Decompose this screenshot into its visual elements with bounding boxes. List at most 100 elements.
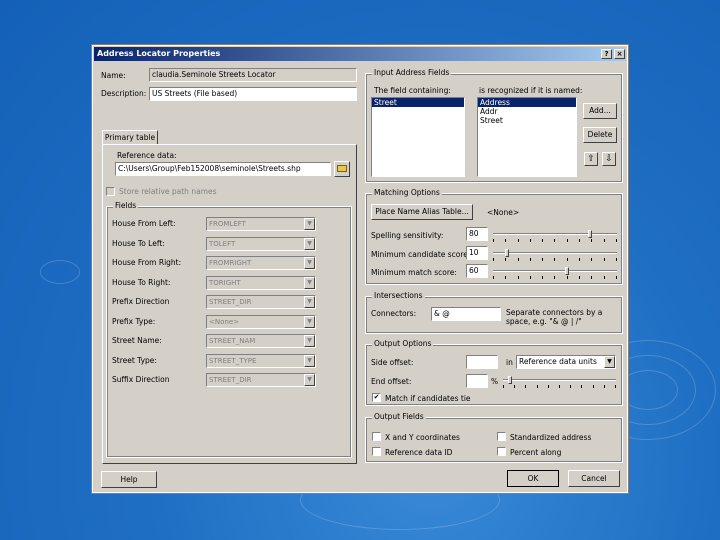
percent-along-checkbox[interactable] bbox=[497, 447, 506, 456]
field-row-label: Prefix Type: bbox=[112, 316, 156, 326]
slider-thumb[interactable] bbox=[588, 230, 592, 238]
slider-thumb[interactable] bbox=[565, 267, 569, 275]
percent-along-label: Percent along bbox=[510, 448, 562, 457]
spelling-label: Spelling sensitivity: bbox=[371, 231, 444, 240]
offset-units-dropdown[interactable]: Reference data units ▼ bbox=[516, 355, 616, 369]
field-row-value: STREET_DIR bbox=[209, 298, 252, 306]
field-row-dropdown[interactable]: STREET_NAM ▼ bbox=[206, 334, 316, 348]
field-row-label: House To Left: bbox=[112, 238, 165, 248]
percent-label: % bbox=[491, 377, 499, 386]
chevron-down-icon[interactable]: ▼ bbox=[304, 315, 315, 328]
output-options-title: Output Options bbox=[372, 339, 434, 348]
standardized-address-label: Standardized address bbox=[510, 433, 592, 442]
place-alias-table-button[interactable]: Place Name Alias Table... bbox=[371, 204, 473, 220]
side-offset-field[interactable] bbox=[466, 355, 498, 369]
field-row-dropdown[interactable]: FROMRIGHT ▼ bbox=[206, 256, 316, 270]
chevron-down-icon[interactable]: ▼ bbox=[304, 296, 315, 308]
candidate-score-slider[interactable] bbox=[493, 249, 617, 261]
chevron-down-icon[interactable]: ▼ bbox=[604, 356, 615, 368]
help-icon[interactable]: ? bbox=[601, 49, 612, 59]
close-icon[interactable]: × bbox=[614, 49, 625, 59]
move-up-icon[interactable]: ⇧ bbox=[584, 152, 598, 166]
store-relative-label: Store relative path names bbox=[119, 187, 217, 196]
match-score-field[interactable]: 60 bbox=[466, 264, 488, 278]
reference-id-label: Reference data ID bbox=[385, 448, 453, 457]
field-row-value: FROMLEFT bbox=[209, 220, 246, 228]
candidate-score-field[interactable]: 10 bbox=[466, 246, 488, 260]
field-row-label: Street Type: bbox=[112, 355, 157, 365]
field-row-dropdown[interactable]: STREET_DIR ▼ bbox=[206, 373, 316, 387]
reference-id-checkbox[interactable] bbox=[372, 447, 381, 456]
match-score-slider[interactable] bbox=[493, 267, 617, 279]
description-field[interactable]: US Streets (File based) bbox=[149, 87, 357, 101]
tab-label: Primary table bbox=[104, 133, 156, 142]
name-label: Name: bbox=[101, 71, 126, 80]
match-score-label: Minimum match score: bbox=[371, 268, 457, 277]
name-field[interactable]: claudia.Seminole Streets Locator bbox=[149, 68, 357, 82]
field-row-value: STREET_DIR bbox=[209, 376, 252, 384]
spelling-slider[interactable] bbox=[493, 230, 617, 242]
field-row-label: Suffix Direction bbox=[112, 375, 170, 384]
browse-folder-button[interactable] bbox=[334, 161, 350, 177]
slider-thumb[interactable] bbox=[505, 249, 509, 257]
description-label: Description: bbox=[101, 89, 147, 98]
address-field-list[interactable]: Street bbox=[371, 97, 465, 177]
ripple-decoration bbox=[40, 260, 80, 284]
move-down-icon[interactable]: ⇩ bbox=[602, 152, 616, 166]
list-item[interactable]: Addr bbox=[478, 107, 576, 116]
cancel-button[interactable]: Cancel bbox=[568, 470, 620, 487]
end-offset-slider[interactable] bbox=[503, 376, 616, 388]
list-item[interactable]: Street bbox=[478, 116, 576, 125]
units-value: Reference data units bbox=[519, 357, 597, 366]
matching-options-title: Matching Options bbox=[372, 188, 442, 197]
chevron-down-icon[interactable]: ▼ bbox=[304, 218, 315, 230]
add-alias-button[interactable]: Add... bbox=[583, 103, 617, 119]
dialog-titlebar: Address Locator Properties ? × bbox=[94, 47, 626, 61]
help-button[interactable]: Help bbox=[101, 471, 157, 488]
field-row-label: House From Right: bbox=[112, 258, 182, 267]
field-row-dropdown[interactable]: TOLEFT ▼ bbox=[206, 236, 316, 251]
field-row-dropdown[interactable]: <None> ▼ bbox=[206, 314, 316, 329]
end-offset-field[interactable] bbox=[466, 374, 488, 388]
delete-alias-button[interactable]: Delete bbox=[583, 127, 617, 143]
address-locator-dialog: Address Locator Properties ? × Name: cla… bbox=[91, 44, 629, 494]
list-item[interactable]: Address bbox=[478, 98, 576, 107]
spelling-field[interactable]: 80 bbox=[466, 227, 488, 241]
standardized-address-checkbox[interactable] bbox=[497, 432, 506, 441]
field-row-value: TORIGHT bbox=[209, 278, 241, 287]
in-label: in bbox=[506, 358, 513, 367]
slider-thumb[interactable] bbox=[508, 376, 512, 384]
list-item[interactable]: Street bbox=[372, 98, 464, 107]
chevron-down-icon[interactable]: ▼ bbox=[304, 335, 315, 347]
field-row-label: Street Name: bbox=[112, 336, 162, 345]
reference-path-field[interactable]: C:\Users\Group\Feb152008\seminole\Street… bbox=[115, 162, 331, 176]
store-relative-checkbox[interactable] bbox=[106, 187, 115, 196]
field-row-dropdown[interactable]: TORIGHT ▼ bbox=[206, 275, 316, 290]
match-ties-checkbox[interactable]: ✔ bbox=[372, 393, 381, 402]
chevron-down-icon[interactable]: ▼ bbox=[304, 257, 315, 269]
field-row-dropdown[interactable]: STREET_TYPE ▼ bbox=[206, 353, 316, 368]
tab-primary-table[interactable]: Primary table bbox=[102, 130, 158, 145]
field-row-dropdown[interactable]: STREET_DIR ▼ bbox=[206, 295, 316, 309]
recognized-named-label: is recognized if it is named: bbox=[479, 86, 583, 95]
ok-button[interactable]: OK bbox=[507, 470, 559, 487]
connectors-hint: Separate connectors by a space, e.g. "& … bbox=[506, 308, 618, 326]
input-address-title: Input Address Fields bbox=[372, 68, 452, 77]
connectors-field[interactable]: & @ bbox=[431, 307, 501, 321]
xy-coordinates-label: X and Y coordinates bbox=[385, 433, 460, 442]
dialog-title: Address Locator Properties bbox=[97, 49, 221, 58]
alias-name-list[interactable]: Address Addr Street bbox=[477, 97, 577, 177]
candidate-score-label: Minimum candidate score: bbox=[371, 250, 471, 259]
xy-coordinates-checkbox[interactable] bbox=[372, 432, 381, 441]
connectors-hint-text: Separate connectors by a space, e.g. "& … bbox=[506, 308, 603, 326]
field-row-value: STREET_NAM bbox=[209, 337, 256, 345]
chevron-down-icon[interactable]: ▼ bbox=[304, 374, 315, 386]
field-row-dropdown[interactable]: FROMLEFT ▼ bbox=[206, 217, 316, 231]
field-row-label: Prefix Direction bbox=[112, 297, 170, 306]
chevron-down-icon[interactable]: ▼ bbox=[304, 237, 315, 250]
chevron-down-icon[interactable]: ▼ bbox=[304, 354, 315, 367]
chevron-down-icon[interactable]: ▼ bbox=[304, 276, 315, 289]
field-row-value: FROMRIGHT bbox=[209, 259, 252, 267]
end-offset-label: End offset: bbox=[371, 377, 412, 386]
intersections-title: Intersections bbox=[372, 291, 425, 300]
